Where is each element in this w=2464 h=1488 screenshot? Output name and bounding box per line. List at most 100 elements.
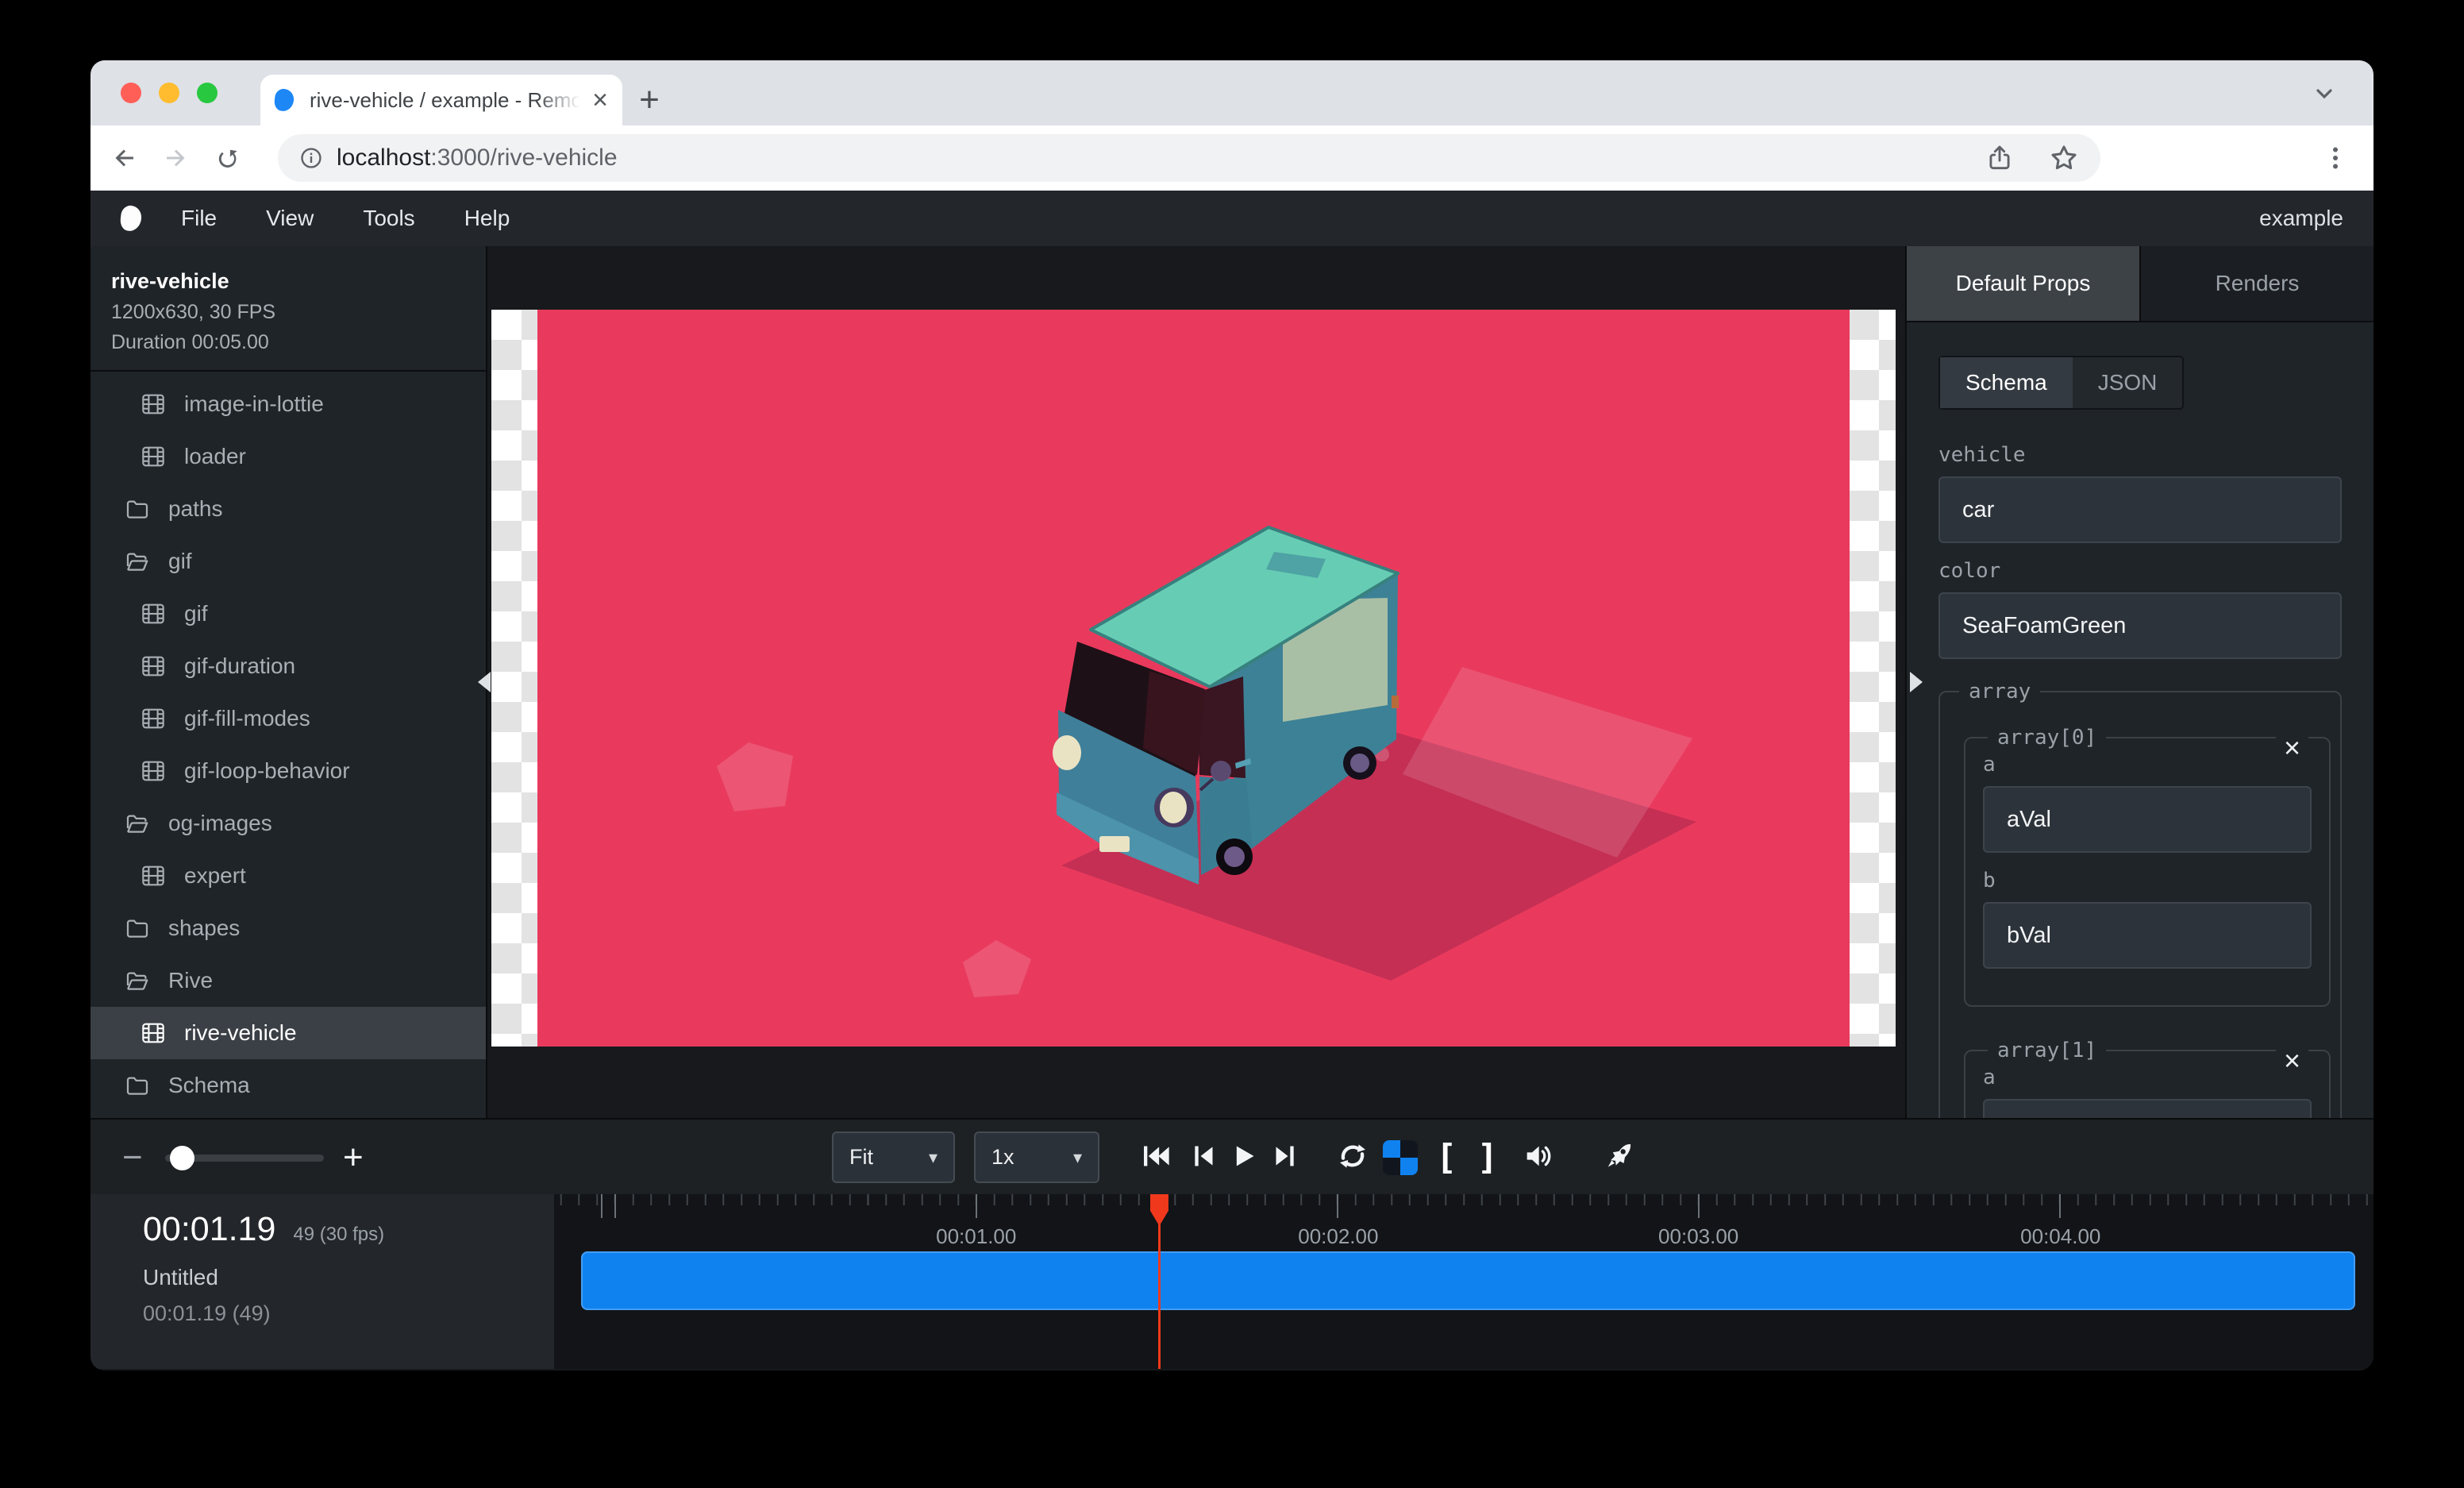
chevron-down-icon: ▾ — [929, 1147, 937, 1168]
url-text: localhost:3000/rive-vehicle — [337, 145, 618, 172]
sidebar-item-Rive[interactable]: Rive — [90, 954, 486, 1007]
field-label: a — [1983, 753, 2312, 777]
field-input-vehicle[interactable]: car — [1938, 476, 2342, 543]
subtab-json[interactable]: JSON — [2073, 357, 2183, 408]
zoom-in-button[interactable]: + — [343, 1120, 364, 1196]
field-label: a — [1983, 1066, 2312, 1089]
url-field[interactable]: localhost:3000/rive-vehicle — [278, 134, 2100, 182]
bracket-close-icon: ] — [1477, 1140, 1499, 1175]
out-point-button[interactable]: ] — [1469, 1139, 1507, 1177]
site-info-icon[interactable] — [298, 145, 324, 171]
ruler-label: 00:02.00 — [1298, 1224, 1378, 1249]
loop-button[interactable] — [1334, 1139, 1372, 1177]
minimize-window-button[interactable] — [159, 83, 179, 103]
field-input-a[interactable]: secA — [1983, 1099, 2312, 1118]
forward-button[interactable] — [157, 139, 195, 177]
next-frame-button[interactable] — [1267, 1139, 1305, 1177]
film-icon — [140, 653, 168, 679]
checkerboard-icon — [1383, 1140, 1418, 1175]
sidebar-item-loader[interactable]: loader — [90, 430, 486, 483]
sidebar-item-gif-duration[interactable]: gif-duration — [90, 640, 486, 692]
track-name: Untitled — [143, 1265, 554, 1290]
tab-close-icon[interactable]: × — [592, 87, 608, 114]
sidebar-item-paths[interactable]: paths — [90, 483, 486, 535]
sidebar-item-image-in-lottie[interactable]: image-in-lottie — [90, 378, 486, 430]
field-input-a[interactable]: aVal — [1983, 786, 2312, 853]
in-point-button[interactable]: [ — [1427, 1139, 1465, 1177]
zoom-window-button[interactable] — [197, 83, 218, 103]
app-logo-icon — [119, 205, 142, 233]
tab-renders[interactable]: Renders — [2139, 246, 2374, 321]
sidebar-item-expert[interactable]: expert — [90, 850, 486, 902]
ruler-label: 00:01.00 — [936, 1224, 1016, 1249]
menu-file[interactable]: File — [181, 206, 217, 231]
properties-panel: Default PropsRenders SchemaJSON vehiclec… — [1905, 246, 2374, 1118]
menu-view[interactable]: View — [266, 206, 314, 231]
sidebar-item-og-images[interactable]: og-images — [90, 797, 486, 850]
field-input-b[interactable]: bVal — [1983, 902, 2312, 969]
browser-menu-icon[interactable] — [2316, 139, 2354, 177]
audio-button[interactable] — [1519, 1139, 1557, 1177]
back-button[interactable] — [105, 139, 143, 177]
app-menubar: FileViewToolsHelp example — [90, 191, 2374, 246]
sidebar-item-gif-loop-behavior[interactable]: gif-loop-behavior — [90, 745, 486, 797]
sidebar-item-gif[interactable]: gif — [90, 588, 486, 640]
reload-button[interactable] — [210, 139, 248, 177]
track-time: 00:01.19 (49) — [143, 1301, 554, 1326]
sidebar-item-gif[interactable]: gif — [90, 535, 486, 588]
film-icon — [140, 391, 168, 417]
folder-icon — [124, 1073, 152, 1098]
field-input-color[interactable]: SeaFoamGreen — [1938, 592, 2342, 659]
browser-window: rive-vehicle / example - Remot × + local… — [90, 60, 2374, 1370]
timeline-track-area[interactable]: 00:01.0000:02.0000:03.0000:04.00 — [554, 1194, 2374, 1369]
array-legend: array — [1959, 680, 2040, 704]
remove-item-icon[interactable]: × — [2276, 731, 2308, 765]
browser-tabstrip: rive-vehicle / example - Remot × + — [90, 60, 2374, 125]
fit-dropdown[interactable]: Fit ▾ — [832, 1131, 955, 1183]
zoom-slider[interactable] — [165, 1155, 324, 1162]
chevron-down-icon: ▾ — [1073, 1147, 1082, 1168]
close-window-button[interactable] — [121, 83, 141, 103]
tab-title: rive-vehicle / example - Remot — [310, 88, 586, 113]
transparency-toggle[interactable] — [1381, 1139, 1419, 1177]
playhead[interactable] — [1158, 1194, 1161, 1369]
browser-tab[interactable]: rive-vehicle / example - Remot × — [260, 75, 622, 125]
tab-default-props[interactable]: Default Props — [1907, 246, 2139, 321]
file-list: image-in-lottieloaderpathsgifgifgif-dura… — [90, 372, 486, 1112]
next-frame-icon — [1270, 1140, 1302, 1176]
chevron-down-icon[interactable] — [2312, 81, 2337, 106]
menu-tools[interactable]: Tools — [363, 206, 414, 231]
skip-to-start-button[interactable] — [1137, 1139, 1175, 1177]
sidebar-item-label: paths — [168, 496, 223, 522]
play-icon — [1228, 1140, 1260, 1176]
zoom-out-button[interactable]: − — [122, 1120, 143, 1196]
field-color: color SeaFoamGreen — [1938, 559, 2342, 659]
remove-item-icon[interactable]: × — [2276, 1043, 2308, 1077]
film-icon — [140, 758, 168, 784]
sidebar-item-label: gif-fill-modes — [184, 706, 310, 731]
menu-help[interactable]: Help — [464, 206, 510, 231]
sidebar-item-label: loader — [184, 444, 246, 469]
field-b: bbVal — [1983, 869, 2312, 969]
frame-info: 49 (30 fps) — [293, 1224, 384, 1246]
new-tab-button[interactable]: + — [627, 78, 672, 122]
play-button[interactable] — [1225, 1139, 1263, 1177]
ruler-label: 00:04.00 — [2020, 1224, 2100, 1249]
timeline-clip-bar[interactable] — [581, 1251, 2355, 1310]
playhead-marker[interactable] — [1150, 1194, 1168, 1226]
rocket-button[interactable] — [1600, 1139, 1638, 1177]
share-icon[interactable] — [1985, 143, 2015, 173]
array-group: array array[0]×aaValbbValarray[1]×asecAb — [1938, 680, 2342, 1118]
sidebar-item-rive-vehicle[interactable]: rive-vehicle — [90, 1007, 486, 1059]
previous-frame-button[interactable] — [1184, 1139, 1222, 1177]
field-label: color — [1938, 559, 2342, 583]
speed-dropdown[interactable]: 1x ▾ — [974, 1131, 1099, 1183]
sidebar-item-gif-fill-modes[interactable]: gif-fill-modes — [90, 692, 486, 745]
sidebar-item-shapes[interactable]: shapes — [90, 902, 486, 954]
animation-frame — [537, 310, 1850, 1047]
subtab-schema[interactable]: Schema — [1940, 357, 2073, 408]
sidebar-item-Schema[interactable]: Schema — [90, 1059, 486, 1112]
tab-favicon-icon — [274, 88, 295, 112]
bookmark-star-icon[interactable] — [2048, 142, 2080, 174]
zoom-slider-thumb[interactable] — [170, 1146, 194, 1170]
